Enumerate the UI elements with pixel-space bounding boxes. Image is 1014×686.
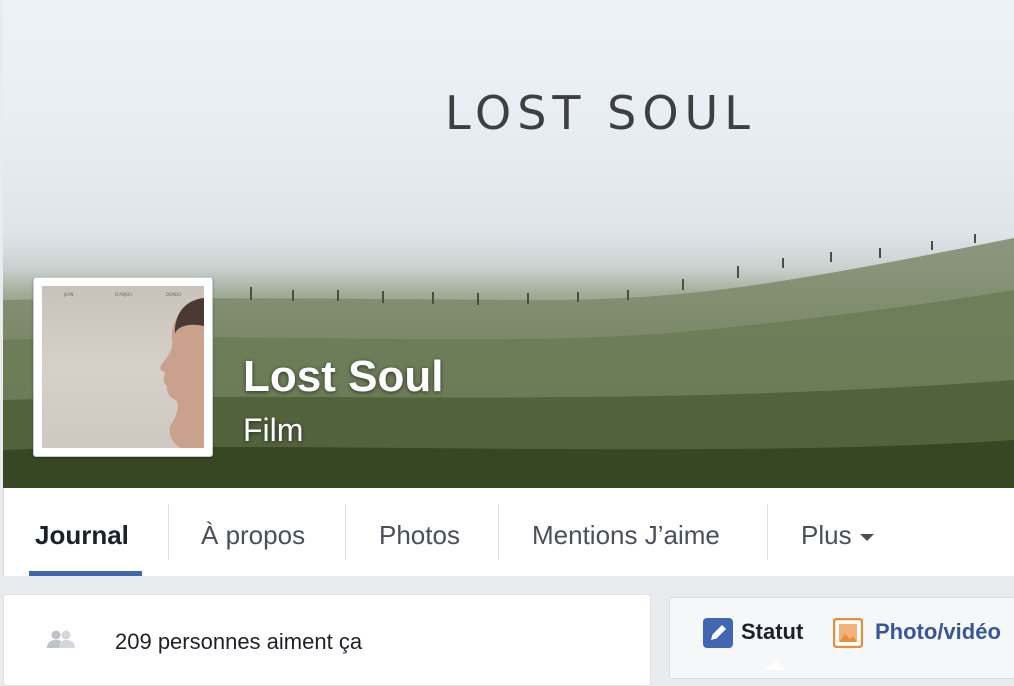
status-tab[interactable]: Statut: [703, 618, 803, 648]
tab-divider: [767, 504, 768, 560]
post-composer: Statut Photo/vidéo: [669, 597, 1014, 679]
active-composer-pointer: [765, 660, 785, 670]
film-poster-image: JEAN D'ANJOU DONDO: [42, 286, 204, 448]
page-category[interactable]: Film: [243, 412, 303, 449]
likes-count-text[interactable]: 209 personnes aiment ça: [115, 629, 362, 655]
tab-photos[interactable]: Photos: [379, 488, 460, 576]
profile-picture[interactable]: JEAN D'ANJOU DONDO: [33, 277, 213, 457]
tab-divider: [498, 504, 499, 560]
pencil-icon: [703, 618, 733, 648]
poster-credit: D'ANJOU: [115, 292, 132, 297]
tab-divider: [168, 504, 169, 560]
photo-video-label: Photo/vidéo: [875, 618, 1001, 644]
cover-title-text: LOST SOUL: [445, 86, 756, 140]
page-tabs: Journal À propos Photos Mentions J’aime …: [3, 488, 1014, 576]
likes-summary-card: 209 personnes aiment ça: [3, 594, 651, 686]
status-label: Statut: [741, 618, 804, 644]
photo-icon: [832, 617, 864, 649]
active-tab-indicator: [29, 571, 142, 576]
tab-plus[interactable]: Plus: [801, 488, 874, 576]
poster-credit: JEAN: [63, 292, 73, 297]
poster-credit: DONDO: [166, 292, 181, 297]
people-icon: [47, 630, 75, 648]
poster-artwork: JEAN D'ANJOU DONDO: [63, 292, 204, 448]
tab-a-propos[interactable]: À propos: [201, 488, 305, 576]
tab-journal[interactable]: Journal: [35, 488, 129, 576]
tab-divider: [345, 504, 346, 560]
tab-plus-label: Plus: [801, 520, 852, 550]
page-name[interactable]: Lost Soul: [243, 352, 443, 402]
chevron-down-icon: [859, 533, 874, 541]
tab-mentions-jaime[interactable]: Mentions J’aime: [532, 488, 720, 576]
photo-video-tab[interactable]: Photo/vidéo: [832, 617, 1001, 649]
